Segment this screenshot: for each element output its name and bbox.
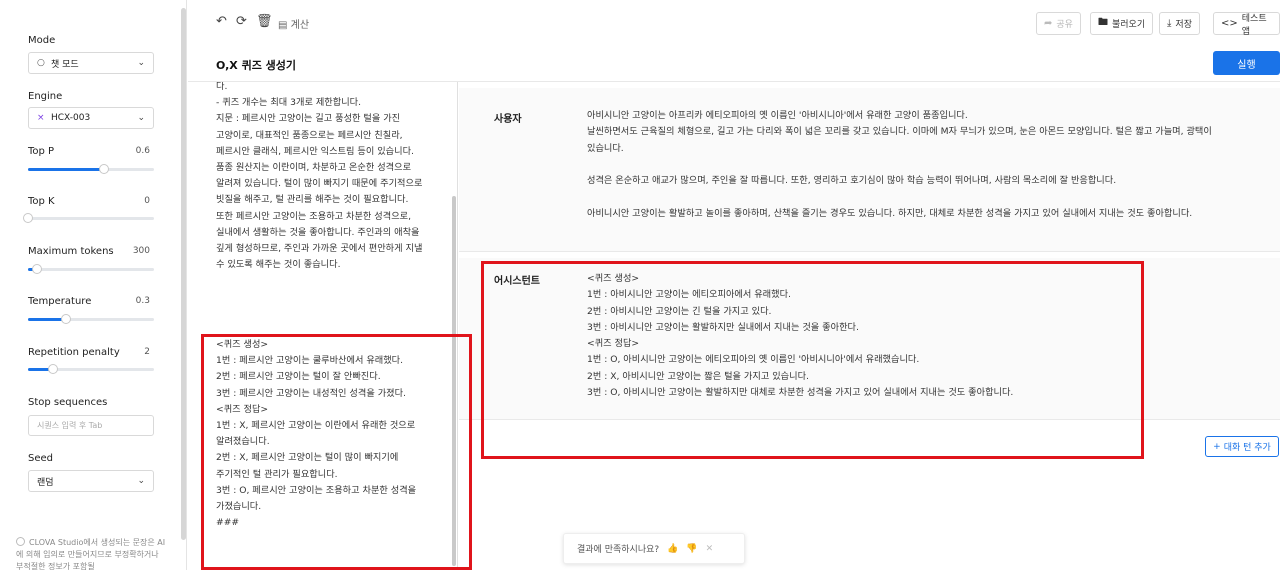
- load-label: 불러오기: [1112, 20, 1146, 30]
- code-icon: <>: [1221, 18, 1238, 29]
- top-toolbar: ↶ ⟳ 🗑 ▤ 계산 ➦ 공유 🖿 불러오기 ⤓ 저장 <> 테스트 앱: [188, 0, 1280, 46]
- prompt-passage: 지문 : 페르시안 고양이는 길고 풍성한 털을 가진 고양이로, 대표적인 품…: [216, 113, 426, 271]
- repetition-penalty-value: 2: [144, 347, 150, 357]
- temperature-value: 0.3: [135, 296, 150, 306]
- user-message[interactable]: 사용자 아비시니안 고양이는 아프리카 에티오피아의 옛 이름인 '아비시니아'…: [459, 88, 1280, 252]
- prompt-line: 2번 : X, 페르시안 고양이는 털이 많이 빠지기에 주기적인 털 관리가 …: [216, 452, 402, 480]
- share-icon: ➦: [1044, 18, 1053, 29]
- share-button[interactable]: ➦ 공유: [1036, 12, 1081, 35]
- repetition-penalty-label: Repetition penalty: [28, 347, 120, 358]
- slider-handle[interactable]: [98, 164, 109, 174]
- calc-button[interactable]: ▤ 계산: [278, 16, 309, 31]
- prompt-line: 다.: [216, 82, 228, 92]
- add-turn-label: 대화 턴 추가: [1223, 443, 1271, 453]
- assistant-message-text[interactable]: <퀴즈 생성> 1번 : 아비시니안 고양이는 에티오피아에서 유래했다. 2번…: [587, 271, 1247, 401]
- seed-label: Seed: [28, 453, 53, 464]
- save-button[interactable]: ⤓ 저장: [1159, 12, 1200, 35]
- x-mark-icon: ×: [37, 113, 45, 123]
- disclaimer: CLOVA Studio에서 생성되는 문장은 AI에 의해 임의로 만들어지므…: [16, 537, 166, 570]
- chevron-down-icon: ⌄: [137, 113, 145, 123]
- test-app-label: 테스트 앱: [1241, 13, 1267, 37]
- add-turn-button[interactable]: + 대화 턴 추가: [1205, 436, 1279, 457]
- folder-icon: 🖿: [1098, 17, 1108, 28]
- max-tokens-value: 300: [132, 246, 150, 256]
- top-p-label: Top P: [28, 146, 55, 157]
- test-app-button[interactable]: <> 테스트 앱: [1213, 12, 1280, 37]
- system-prompt-quiz-example[interactable]: <퀴즈 생성> 1번 : 페르시안 고양이는 쿨루바산에서 유래했다. 2번 :…: [216, 337, 428, 531]
- top-k-label: Top K: [28, 196, 55, 207]
- title-row: O,X 퀴즈 생성기 실행: [188, 46, 1280, 82]
- seed-select-value: 랜덤: [37, 477, 54, 488]
- settings-sidebar: Mode ○ 챗 모드 ⌄ Engine × HCX-003 ⌄ Top P 0…: [0, 0, 187, 570]
- download-icon: ⤓: [1167, 18, 1172, 29]
- assistant-message[interactable]: 어시스턴트 <퀴즈 생성> 1번 : 아비시니안 고양이는 에티오피아에서 유래…: [459, 258, 1280, 420]
- user-role-label: 사용자: [494, 114, 522, 125]
- chevron-down-icon: ⌄: [137, 58, 145, 68]
- engine-select[interactable]: × HCX-003 ⌄: [28, 107, 154, 129]
- sidebar-scrollbar[interactable]: [181, 8, 186, 540]
- feedback-popup: 결과에 만족하시나요? 👍 👎 ✕: [563, 533, 745, 564]
- info-icon: [16, 537, 25, 546]
- top-k-slider[interactable]: [23, 213, 154, 223]
- engine-label: Engine: [28, 91, 63, 102]
- thumbs-up-icon[interactable]: 👍: [667, 544, 678, 554]
- mode-select-value: 챗 모드: [51, 59, 79, 70]
- slider-handle[interactable]: [60, 314, 71, 324]
- disclaimer-text: CLOVA Studio에서 생성되는 문장은 AI에 의해 임의로 만들어지므…: [16, 538, 166, 570]
- temperature-label: Temperature: [28, 296, 92, 307]
- close-icon[interactable]: ✕: [706, 544, 714, 554]
- trash-icon[interactable]: 🗑: [256, 14, 273, 29]
- chat-bubble-icon: ○: [37, 58, 45, 68]
- top-p-value: 0.6: [135, 146, 150, 156]
- temperature-slider[interactable]: [28, 314, 154, 324]
- page-title: O,X 퀴즈 생성기: [216, 59, 297, 72]
- engine-select-value: HCX-003: [51, 113, 91, 123]
- conversation-area: 사용자 아비시니안 고양이는 아프리카 에티오피아의 옛 이름인 '아비시니아'…: [459, 82, 1280, 570]
- system-prompt-panel[interactable]: 다. - 퀴즈 개수는 최대 3개로 제한합니다. 지문 : 페르시안 고양이는…: [188, 82, 458, 570]
- mode-select[interactable]: ○ 챗 모드 ⌄: [28, 52, 154, 74]
- user-message-text[interactable]: 아비시니안 고양이는 아프리카 에티오피아의 옛 이름인 '아비시니아'에서 유…: [587, 108, 1247, 222]
- max-tokens-slider[interactable]: [28, 264, 154, 274]
- system-prompt-text[interactable]: 다. - 퀴즈 개수는 최대 3개로 제한합니다. 지문 : 페르시안 고양이는…: [216, 82, 428, 273]
- thumbs-down-icon[interactable]: 👎: [686, 544, 697, 554]
- top-k-value: 0: [144, 196, 150, 206]
- repetition-penalty-slider[interactable]: [28, 364, 154, 374]
- save-label: 저장: [1175, 20, 1192, 30]
- run-button[interactable]: 실행: [1213, 51, 1280, 75]
- refresh-icon[interactable]: ⟳: [236, 14, 247, 29]
- share-label: 공유: [1056, 20, 1073, 30]
- prompt-line: 3번 : O, 페르시안 고양이는 조용하고 차분한 성격을 가졌습니다.: [216, 484, 420, 513]
- seed-select[interactable]: 랜덤 ⌄: [28, 470, 154, 492]
- prompt-line: ###: [216, 517, 240, 529]
- calc-label: 계산: [290, 20, 310, 31]
- prompt-line: - 퀴즈 개수는 최대 3개로 제한합니다.: [216, 97, 362, 109]
- mode-label: Mode: [28, 35, 56, 46]
- system-prompt-scrollbar[interactable]: [452, 196, 456, 566]
- stop-sequences-input[interactable]: 시퀀스 입력 후 Tab: [28, 415, 154, 436]
- stop-sequences-label: Stop sequences: [28, 397, 108, 408]
- max-tokens-label: Maximum tokens: [28, 246, 114, 257]
- chevron-down-icon: ⌄: [137, 476, 145, 486]
- prompt-line: <퀴즈 정답>: [216, 403, 269, 415]
- prompt-line: 1번 : 페르시안 고양이는 쿨루바산에서 유래했다.: [216, 355, 404, 367]
- slider-handle[interactable]: [31, 264, 42, 274]
- slider-handle[interactable]: [23, 213, 33, 223]
- assistant-role-label: 어시스턴트: [494, 276, 540, 287]
- prompt-line: 2번 : 페르시안 고양이는 털이 잘 안빠진다.: [216, 371, 381, 383]
- plus-icon: +: [1213, 441, 1221, 452]
- undo-icon[interactable]: ↶: [216, 14, 227, 29]
- load-button[interactable]: 🖿 불러오기: [1090, 12, 1154, 35]
- prompt-line: <퀴즈 생성>: [216, 339, 269, 350]
- prompt-line: 1번 : X, 페르시안 고양이는 이란에서 유래한 것으로 알려졌습니다.: [216, 420, 419, 448]
- top-p-slider[interactable]: [28, 164, 154, 174]
- prompt-line: 3번 : 페르시안 고양이는 내성적인 성격을 가졌다.: [216, 387, 406, 399]
- slider-handle[interactable]: [48, 364, 59, 374]
- feedback-prompt: 결과에 만족하시나요?: [577, 545, 660, 555]
